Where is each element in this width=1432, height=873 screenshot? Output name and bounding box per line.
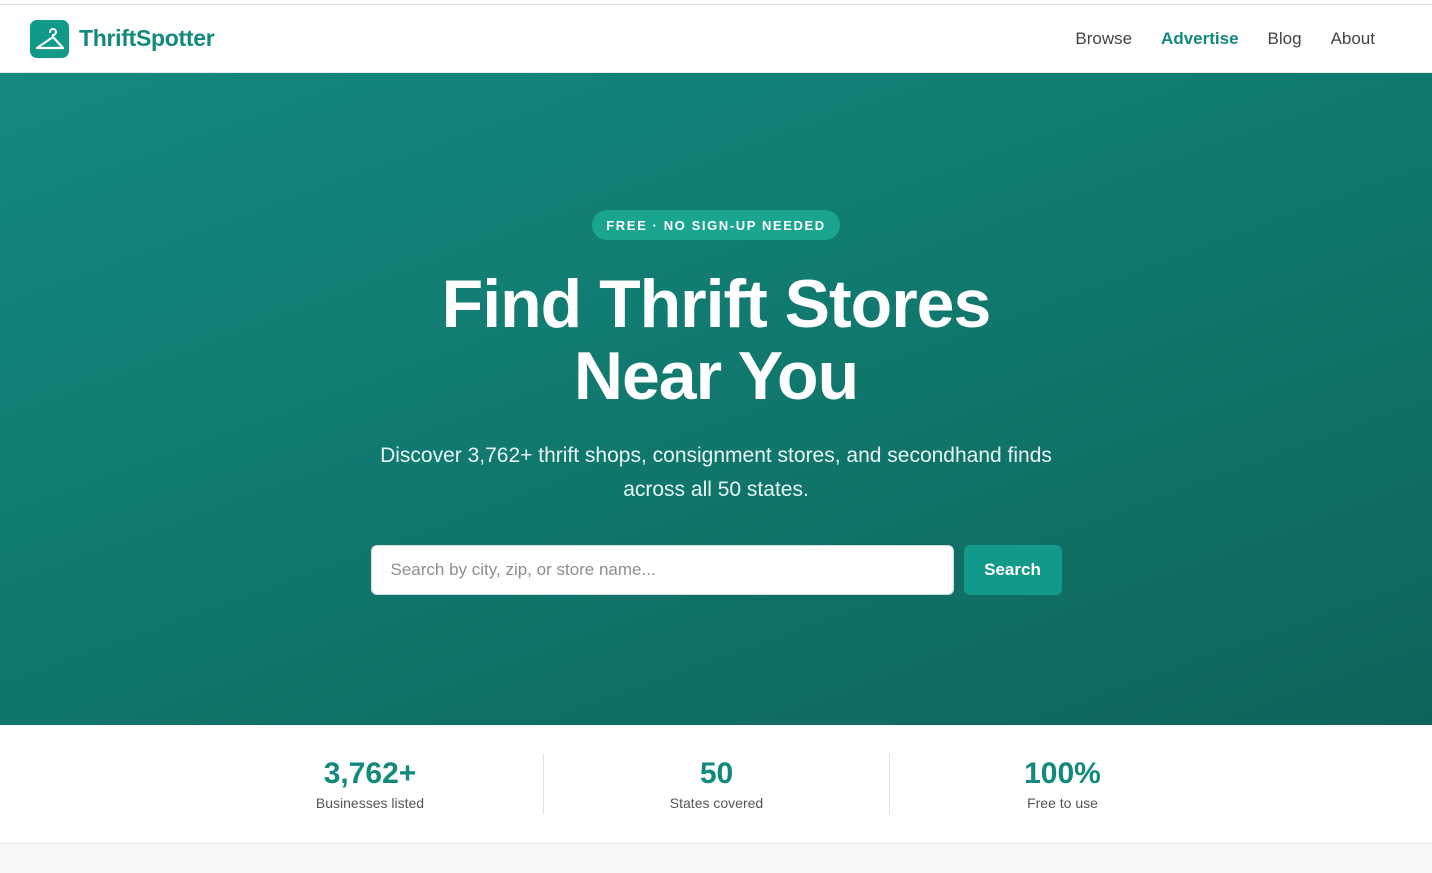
- search-bar: Search: [370, 545, 1062, 595]
- nav-link-blog[interactable]: Blog: [1268, 29, 1302, 49]
- stat-label: Free to use: [1027, 795, 1098, 811]
- hero-title: Find Thrift Stores Near You: [336, 268, 1096, 412]
- stat-states: 50 States covered: [543, 754, 889, 814]
- hanger-icon: [30, 19, 69, 58]
- brand[interactable]: ThriftSpotter: [30, 19, 215, 58]
- stat-value: 100%: [1024, 757, 1101, 790]
- stat-value: 3,762+: [323, 757, 417, 790]
- free-badge: FREE · NO SIGN-UP NEEDED: [592, 210, 840, 240]
- stat-value: 50: [699, 757, 734, 790]
- hero-subtitle: Discover 3,762+ thrift shops, consignmen…: [380, 444, 1052, 501]
- search-input[interactable]: [370, 545, 954, 595]
- hero-title-line2: Near You: [573, 338, 859, 414]
- stat-label: States covered: [669, 795, 764, 811]
- nav-link-advertise[interactable]: Advertise: [1161, 29, 1238, 49]
- nav-link-about[interactable]: About: [1331, 29, 1375, 49]
- nav-link-browse[interactable]: Browse: [1075, 29, 1132, 49]
- stat-free: 100% Free to use: [889, 754, 1235, 814]
- nav-links: Browse Advertise Blog About: [1075, 29, 1375, 49]
- search-button[interactable]: Search: [963, 545, 1062, 595]
- hero-section: FREE · NO SIGN-UP NEEDED Find Thrift Sto…: [0, 73, 1432, 725]
- next-section-edge: [0, 844, 1432, 873]
- brand-name: ThriftSpotter: [79, 25, 215, 51]
- stat-businesses: 3,762+ Businesses listed: [197, 754, 543, 814]
- navbar: ThriftSpotter Browse Advertise Blog Abou…: [0, 5, 1432, 73]
- stats-bar: 3,762+ Businesses listed 50 States cover…: [0, 725, 1432, 844]
- hero-title-line1: Find Thrift Stores: [441, 266, 992, 342]
- stat-label: Businesses listed: [315, 795, 425, 811]
